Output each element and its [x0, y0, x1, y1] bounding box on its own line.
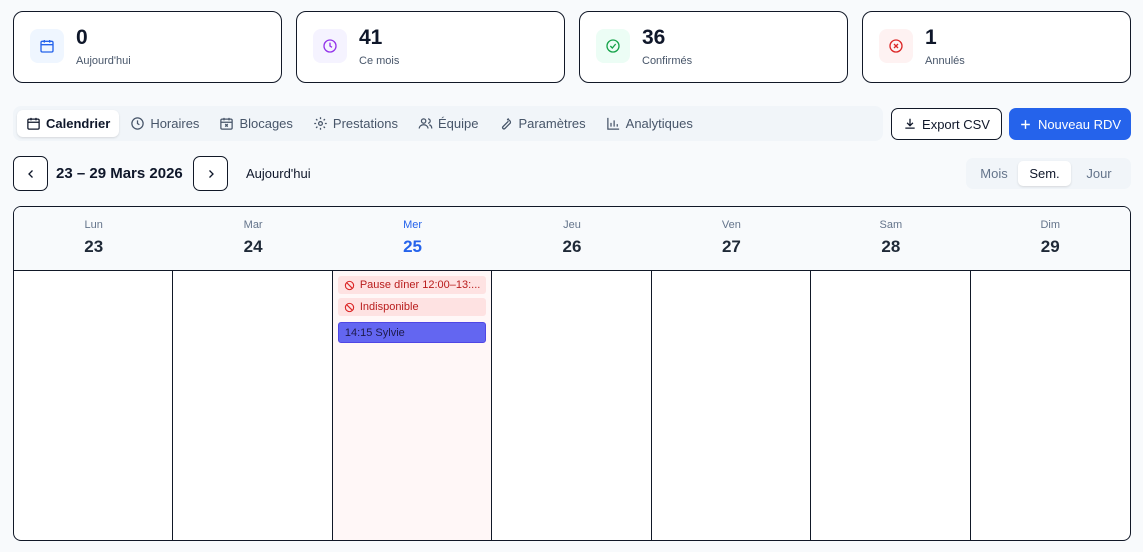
today-button[interactable]: Aujourd'hui — [246, 166, 311, 181]
day-number: 25 — [403, 237, 423, 256]
stat-label: Aujourd'hui — [76, 55, 131, 67]
tab-calendrier[interactable]: Calendrier — [17, 110, 120, 137]
new-label: Nouveau RDV — [1037, 116, 1122, 132]
day-column[interactable] — [971, 271, 1130, 540]
calendar-icon — [27, 117, 40, 130]
stat-label: Annulés — [925, 55, 965, 67]
stat-card-confirmed: 36 Confirmés — [579, 11, 848, 83]
day-of-week: Mar — [243, 219, 263, 231]
day-header: Jeu 26 — [492, 207, 651, 270]
block-item[interactable]: Indisponible — [337, 298, 487, 316]
block-label: Indisponible — [359, 301, 419, 313]
appointment-event[interactable]: 14:15 Sylvie — [337, 322, 487, 343]
day-header: Dim 29 — [971, 207, 1130, 270]
calendar-icon — [30, 29, 64, 63]
block-label: Pause dîner 12:00–13:... — [359, 279, 481, 291]
clock-icon — [313, 29, 347, 63]
stat-value: 1 — [925, 26, 937, 49]
export-label: Export CSV — [922, 116, 990, 132]
ban-icon — [344, 302, 355, 312]
day-of-week: Lun — [84, 219, 103, 231]
day-header: Sam 28 — [811, 207, 970, 270]
day-header: Mar 24 — [173, 207, 332, 270]
view-week[interactable]: Sem. — [1018, 161, 1071, 186]
calendar-header: Lun 23 Mar 24 Mer 25 Jeu 26 Ven 27 Sam 28 Dim 2… — [14, 207, 1130, 271]
calendar-x-icon — [220, 117, 234, 130]
chevron-left-icon — [27, 169, 33, 178]
day-column[interactable] — [14, 271, 174, 540]
day-of-week: Ven — [721, 219, 741, 231]
tab-horaires[interactable]: Horaires — [121, 110, 208, 137]
tab-label: Paramètres — [518, 116, 586, 131]
bar-chart-icon — [606, 117, 619, 130]
day-number: 26 — [562, 237, 582, 256]
day-number: 27 — [721, 237, 741, 256]
calendar-body: Pause dîner 12:00–13:... Indisponible 14… — [14, 271, 1130, 540]
tab-label: Horaires — [150, 116, 200, 131]
day-column[interactable] — [492, 271, 652, 540]
tab-label: Calendrier — [46, 116, 111, 131]
day-column[interactable] — [811, 271, 971, 540]
clock-icon — [131, 117, 145, 130]
block-item[interactable]: Pause dîner 12:00–13:... — [337, 276, 487, 294]
stat-card-cancelled: 1 Annulés — [862, 11, 1131, 83]
wrench-icon — [502, 118, 512, 130]
day-of-week: Dim — [1040, 219, 1061, 231]
stats-row: 0 Aujourd'hui 41 Ce mois 36 Confirmés 1 … — [13, 11, 1131, 83]
check-circle-icon — [596, 29, 630, 63]
day-column[interactable] — [173, 271, 333, 540]
stat-value: 36 — [642, 26, 666, 49]
view-month[interactable]: Mois — [970, 161, 1018, 186]
download-icon — [905, 118, 915, 129]
tab-label: Prestations — [332, 116, 398, 131]
stat-label: Ce mois — [359, 55, 400, 67]
tab-equipe[interactable]: Équipe — [409, 110, 487, 137]
stat-label: Confirmés — [642, 55, 693, 67]
tab-label: Équipe — [437, 116, 479, 131]
day-number: 29 — [1040, 237, 1060, 256]
tab-label: Blocages — [239, 116, 293, 131]
stat-value: 41 — [359, 26, 383, 49]
tab-parametres[interactable]: Paramètres — [489, 110, 594, 137]
day-number: 24 — [243, 237, 263, 256]
day-header-today: Mer 25 — [333, 207, 492, 270]
export-csv-button[interactable]: Export CSV — [891, 108, 1002, 140]
next-week-button[interactable] — [193, 156, 228, 191]
day-number: 28 — [881, 237, 901, 256]
tab-analytiques[interactable]: Analytiques — [597, 110, 702, 137]
stat-card-month: 41 Ce mois — [296, 11, 565, 83]
view-day[interactable]: Jour — [1071, 161, 1127, 186]
day-column-today[interactable]: Pause dîner 12:00–13:... Indisponible 14… — [332, 271, 493, 540]
new-appointment-button[interactable]: Nouveau RDV — [1009, 108, 1131, 140]
stat-card-today: 0 Aujourd'hui — [13, 11, 282, 83]
day-of-week: Mer — [403, 219, 423, 231]
tab-bar: Calendrier Horaires Blocages Prestations… — [13, 106, 883, 141]
ban-icon — [344, 280, 355, 290]
day-header: Ven 27 — [652, 207, 811, 270]
tab-blocages[interactable]: Blocages — [210, 110, 301, 137]
view-switcher: Mois Sem. Jour — [966, 158, 1131, 189]
day-of-week: Jeu — [563, 219, 581, 231]
tab-label: Analytiques — [625, 116, 693, 131]
week-calendar: Lun 23 Mar 24 Mer 25 Jeu 26 Ven 27 Sam 28 Dim 2… — [13, 206, 1131, 541]
day-column[interactable] — [652, 271, 812, 540]
week-range-title: 23 – 29 Mars 2026 — [56, 165, 183, 182]
x-circle-icon — [879, 29, 913, 63]
prev-week-button[interactable] — [13, 156, 48, 191]
stat-value: 0 — [76, 26, 88, 49]
chevron-right-icon — [208, 169, 214, 178]
day-of-week: Sam — [879, 219, 903, 231]
gear-icon — [314, 117, 327, 130]
day-header: Lun 23 — [14, 207, 173, 270]
users-icon — [418, 118, 433, 129]
plus-icon — [1021, 119, 1030, 129]
day-number: 23 — [84, 237, 104, 256]
tab-prestations[interactable]: Prestations — [304, 110, 407, 137]
